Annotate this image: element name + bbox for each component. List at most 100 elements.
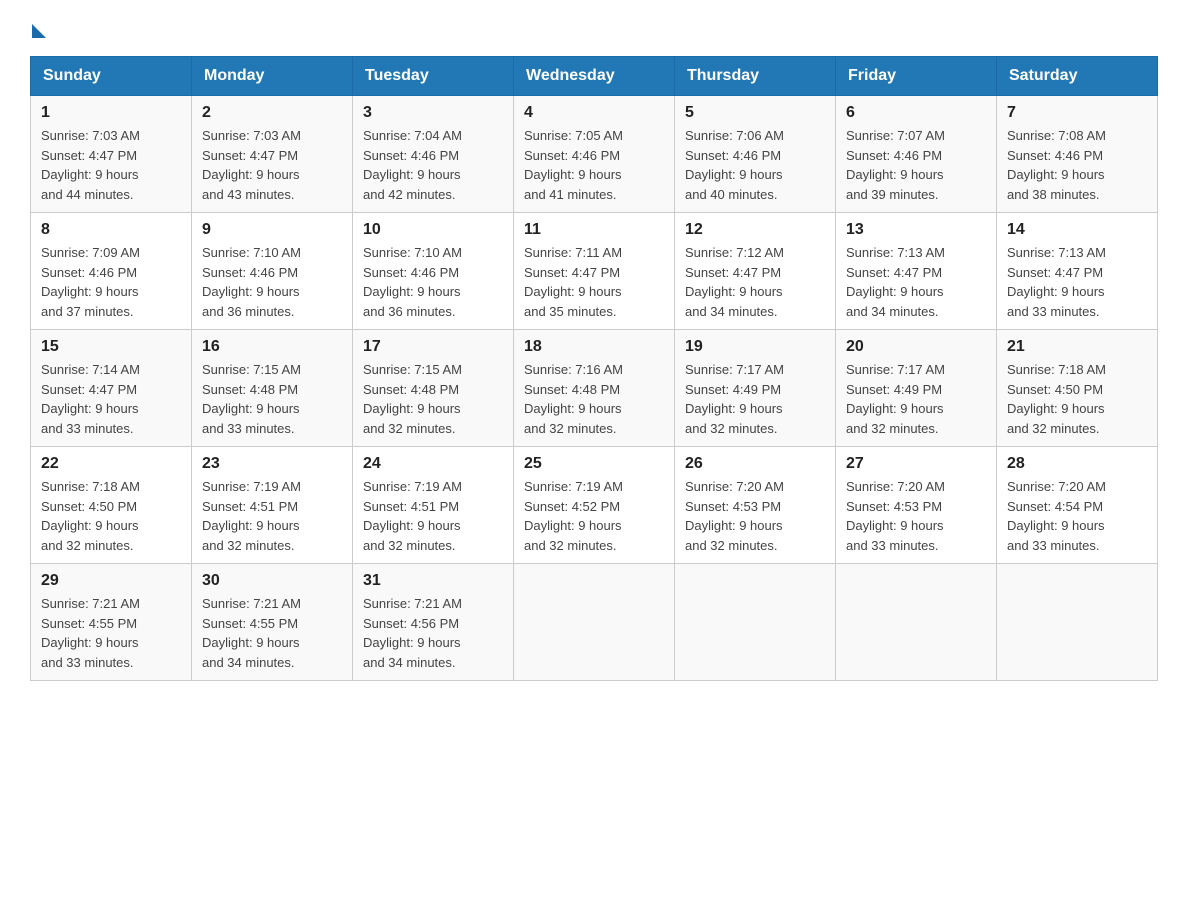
calendar-cell: 24 Sunrise: 7:19 AM Sunset: 4:51 PM Dayl… [353, 447, 514, 564]
calendar-cell: 15 Sunrise: 7:14 AM Sunset: 4:47 PM Dayl… [31, 330, 192, 447]
day-number: 21 [1007, 338, 1147, 356]
calendar-cell: 5 Sunrise: 7:06 AM Sunset: 4:46 PM Dayli… [675, 96, 836, 213]
calendar-cell [514, 564, 675, 681]
day-info: Sunrise: 7:20 AM Sunset: 4:53 PM Dayligh… [685, 477, 825, 555]
calendar-cell: 29 Sunrise: 7:21 AM Sunset: 4:55 PM Dayl… [31, 564, 192, 681]
day-info: Sunrise: 7:18 AM Sunset: 4:50 PM Dayligh… [41, 477, 181, 555]
day-info: Sunrise: 7:13 AM Sunset: 4:47 PM Dayligh… [846, 243, 986, 321]
calendar-cell: 18 Sunrise: 7:16 AM Sunset: 4:48 PM Dayl… [514, 330, 675, 447]
day-number: 2 [202, 104, 342, 122]
calendar-cell: 23 Sunrise: 7:19 AM Sunset: 4:51 PM Dayl… [192, 447, 353, 564]
day-number: 10 [363, 221, 503, 239]
calendar-cell: 25 Sunrise: 7:19 AM Sunset: 4:52 PM Dayl… [514, 447, 675, 564]
day-info: Sunrise: 7:03 AM Sunset: 4:47 PM Dayligh… [41, 126, 181, 204]
day-number: 26 [685, 455, 825, 473]
header-monday: Monday [192, 57, 353, 96]
calendar-cell: 6 Sunrise: 7:07 AM Sunset: 4:46 PM Dayli… [836, 96, 997, 213]
calendar-cell: 9 Sunrise: 7:10 AM Sunset: 4:46 PM Dayli… [192, 213, 353, 330]
calendar-table: SundayMondayTuesdayWednesdayThursdayFrid… [30, 56, 1158, 681]
logo-triangle-icon [32, 24, 46, 38]
day-number: 12 [685, 221, 825, 239]
calendar-cell: 8 Sunrise: 7:09 AM Sunset: 4:46 PM Dayli… [31, 213, 192, 330]
calendar-cell: 4 Sunrise: 7:05 AM Sunset: 4:46 PM Dayli… [514, 96, 675, 213]
day-number: 22 [41, 455, 181, 473]
calendar-cell: 17 Sunrise: 7:15 AM Sunset: 4:48 PM Dayl… [353, 330, 514, 447]
day-info: Sunrise: 7:19 AM Sunset: 4:51 PM Dayligh… [202, 477, 342, 555]
day-number: 6 [846, 104, 986, 122]
calendar-cell: 20 Sunrise: 7:17 AM Sunset: 4:49 PM Dayl… [836, 330, 997, 447]
calendar-cell: 27 Sunrise: 7:20 AM Sunset: 4:53 PM Dayl… [836, 447, 997, 564]
day-number: 8 [41, 221, 181, 239]
day-info: Sunrise: 7:21 AM Sunset: 4:56 PM Dayligh… [363, 594, 503, 672]
calendar-cell: 3 Sunrise: 7:04 AM Sunset: 4:46 PM Dayli… [353, 96, 514, 213]
day-info: Sunrise: 7:18 AM Sunset: 4:50 PM Dayligh… [1007, 360, 1147, 438]
day-number: 29 [41, 572, 181, 590]
page-header [30, 20, 1158, 36]
day-info: Sunrise: 7:20 AM Sunset: 4:53 PM Dayligh… [846, 477, 986, 555]
calendar-cell: 26 Sunrise: 7:20 AM Sunset: 4:53 PM Dayl… [675, 447, 836, 564]
day-info: Sunrise: 7:16 AM Sunset: 4:48 PM Dayligh… [524, 360, 664, 438]
day-info: Sunrise: 7:08 AM Sunset: 4:46 PM Dayligh… [1007, 126, 1147, 204]
header-friday: Friday [836, 57, 997, 96]
calendar-cell [675, 564, 836, 681]
calendar-cell: 28 Sunrise: 7:20 AM Sunset: 4:54 PM Dayl… [997, 447, 1158, 564]
day-info: Sunrise: 7:10 AM Sunset: 4:46 PM Dayligh… [363, 243, 503, 321]
calendar-cell: 30 Sunrise: 7:21 AM Sunset: 4:55 PM Dayl… [192, 564, 353, 681]
day-info: Sunrise: 7:20 AM Sunset: 4:54 PM Dayligh… [1007, 477, 1147, 555]
day-number: 19 [685, 338, 825, 356]
day-number: 1 [41, 104, 181, 122]
day-info: Sunrise: 7:17 AM Sunset: 4:49 PM Dayligh… [846, 360, 986, 438]
header-tuesday: Tuesday [353, 57, 514, 96]
week-row-4: 22 Sunrise: 7:18 AM Sunset: 4:50 PM Dayl… [31, 447, 1158, 564]
day-number: 3 [363, 104, 503, 122]
calendar-cell: 7 Sunrise: 7:08 AM Sunset: 4:46 PM Dayli… [997, 96, 1158, 213]
day-info: Sunrise: 7:10 AM Sunset: 4:46 PM Dayligh… [202, 243, 342, 321]
day-number: 20 [846, 338, 986, 356]
header-wednesday: Wednesday [514, 57, 675, 96]
calendar-cell: 1 Sunrise: 7:03 AM Sunset: 4:47 PM Dayli… [31, 96, 192, 213]
day-number: 30 [202, 572, 342, 590]
day-number: 11 [524, 221, 664, 239]
calendar-cell [836, 564, 997, 681]
day-info: Sunrise: 7:05 AM Sunset: 4:46 PM Dayligh… [524, 126, 664, 204]
day-number: 17 [363, 338, 503, 356]
day-number: 14 [1007, 221, 1147, 239]
calendar-cell: 31 Sunrise: 7:21 AM Sunset: 4:56 PM Dayl… [353, 564, 514, 681]
day-number: 27 [846, 455, 986, 473]
day-info: Sunrise: 7:13 AM Sunset: 4:47 PM Dayligh… [1007, 243, 1147, 321]
day-info: Sunrise: 7:21 AM Sunset: 4:55 PM Dayligh… [41, 594, 181, 672]
day-number: 25 [524, 455, 664, 473]
day-number: 23 [202, 455, 342, 473]
calendar-cell: 14 Sunrise: 7:13 AM Sunset: 4:47 PM Dayl… [997, 213, 1158, 330]
day-info: Sunrise: 7:07 AM Sunset: 4:46 PM Dayligh… [846, 126, 986, 204]
calendar-cell: 19 Sunrise: 7:17 AM Sunset: 4:49 PM Dayl… [675, 330, 836, 447]
day-info: Sunrise: 7:11 AM Sunset: 4:47 PM Dayligh… [524, 243, 664, 321]
calendar-cell: 2 Sunrise: 7:03 AM Sunset: 4:47 PM Dayli… [192, 96, 353, 213]
day-info: Sunrise: 7:09 AM Sunset: 4:46 PM Dayligh… [41, 243, 181, 321]
calendar-cell: 12 Sunrise: 7:12 AM Sunset: 4:47 PM Dayl… [675, 213, 836, 330]
day-number: 9 [202, 221, 342, 239]
day-info: Sunrise: 7:19 AM Sunset: 4:52 PM Dayligh… [524, 477, 664, 555]
day-info: Sunrise: 7:04 AM Sunset: 4:46 PM Dayligh… [363, 126, 503, 204]
day-number: 15 [41, 338, 181, 356]
day-number: 24 [363, 455, 503, 473]
day-info: Sunrise: 7:21 AM Sunset: 4:55 PM Dayligh… [202, 594, 342, 672]
header-saturday: Saturday [997, 57, 1158, 96]
day-number: 7 [1007, 104, 1147, 122]
week-row-3: 15 Sunrise: 7:14 AM Sunset: 4:47 PM Dayl… [31, 330, 1158, 447]
day-number: 13 [846, 221, 986, 239]
calendar-header-row: SundayMondayTuesdayWednesdayThursdayFrid… [31, 57, 1158, 96]
calendar-cell: 13 Sunrise: 7:13 AM Sunset: 4:47 PM Dayl… [836, 213, 997, 330]
week-row-1: 1 Sunrise: 7:03 AM Sunset: 4:47 PM Dayli… [31, 96, 1158, 213]
day-number: 4 [524, 104, 664, 122]
day-info: Sunrise: 7:06 AM Sunset: 4:46 PM Dayligh… [685, 126, 825, 204]
week-row-5: 29 Sunrise: 7:21 AM Sunset: 4:55 PM Dayl… [31, 564, 1158, 681]
logo [30, 20, 46, 36]
day-number: 5 [685, 104, 825, 122]
day-info: Sunrise: 7:15 AM Sunset: 4:48 PM Dayligh… [202, 360, 342, 438]
calendar-cell: 10 Sunrise: 7:10 AM Sunset: 4:46 PM Dayl… [353, 213, 514, 330]
day-info: Sunrise: 7:14 AM Sunset: 4:47 PM Dayligh… [41, 360, 181, 438]
day-info: Sunrise: 7:15 AM Sunset: 4:48 PM Dayligh… [363, 360, 503, 438]
week-row-2: 8 Sunrise: 7:09 AM Sunset: 4:46 PM Dayli… [31, 213, 1158, 330]
header-sunday: Sunday [31, 57, 192, 96]
